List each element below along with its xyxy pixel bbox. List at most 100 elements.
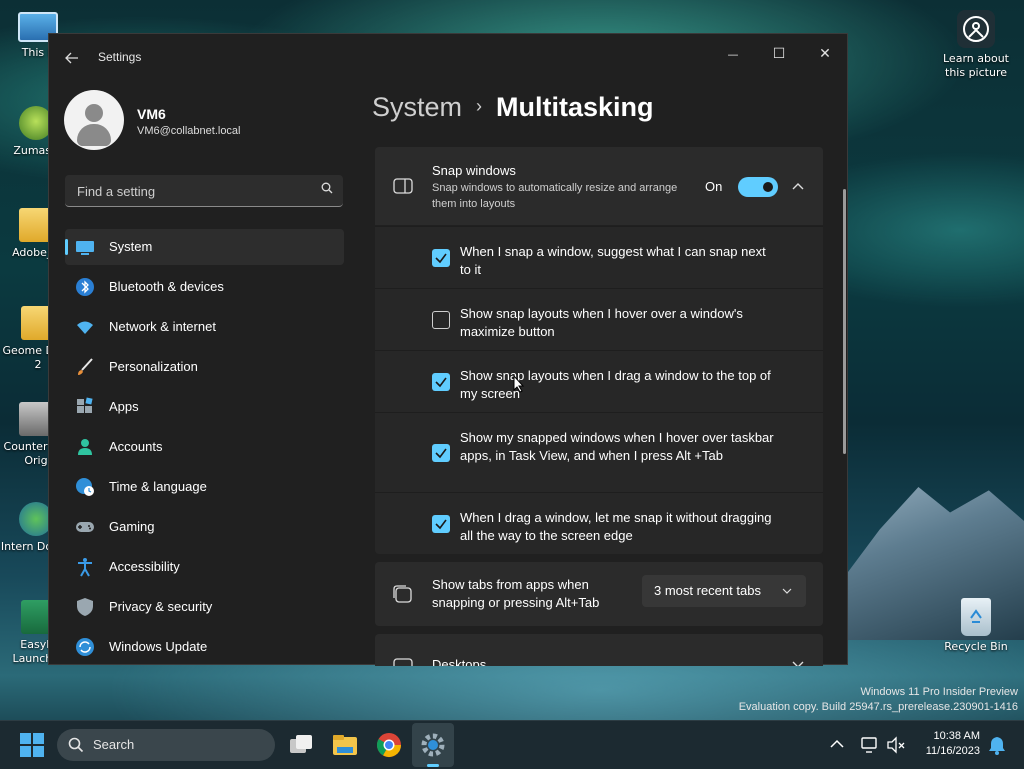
active-indicator bbox=[65, 239, 68, 255]
snap-option-text: When I drag a window, let me snap it wit… bbox=[460, 510, 772, 543]
checkbox-show-snapped[interactable] bbox=[432, 444, 450, 462]
recycle-bin-icon bbox=[961, 598, 991, 636]
gamepad-icon bbox=[76, 522, 94, 532]
snap-windows-title: Snap windows bbox=[432, 163, 516, 178]
find-setting-box[interactable] bbox=[65, 175, 343, 207]
maximize-icon: ☐ bbox=[772, 46, 786, 62]
minimize-button[interactable]: — bbox=[715, 40, 751, 68]
nav-item-label: Gaming bbox=[109, 519, 155, 534]
toggle-knob bbox=[763, 182, 773, 192]
content-pane: System › Multitasking Snap windows Snap wi… bbox=[359, 82, 849, 666]
task-view-icon[interactable] bbox=[285, 729, 317, 761]
breadcrumb: System › Multitasking bbox=[372, 92, 654, 123]
nav-item-personalization[interactable]: Personalization bbox=[65, 349, 344, 385]
page-title: Multitasking bbox=[496, 92, 654, 122]
alt-tab-tabs-title: Show tabs from apps when snapping or pre… bbox=[432, 577, 600, 610]
checkmark-icon bbox=[435, 448, 447, 459]
clock-date: 11/16/2023 bbox=[925, 745, 980, 757]
avatar[interactable] bbox=[64, 90, 124, 150]
settings-taskbar-button[interactable] bbox=[412, 723, 454, 767]
title-bar: Settings — ☐ ✕ bbox=[49, 34, 847, 82]
checkbox-suggest-snap[interactable] bbox=[432, 249, 450, 267]
checkbox-hover-maximize[interactable] bbox=[432, 311, 450, 329]
chrome-icon[interactable] bbox=[373, 729, 405, 761]
snap-windows-toggle[interactable] bbox=[738, 177, 778, 197]
back-button[interactable] bbox=[61, 48, 83, 68]
watermark-line-1: Windows 11 Pro Insider Preview bbox=[860, 686, 1018, 698]
nav-item-network[interactable]: Network & internet bbox=[65, 309, 344, 345]
close-button[interactable]: ✕ bbox=[807, 40, 843, 68]
evaluation-watermark: Windows 11 Pro Insider Preview Evaluatio… bbox=[739, 685, 1018, 715]
system-icon bbox=[76, 241, 94, 255]
snap-option-row[interactable]: When I snap a window, suggest what I can… bbox=[375, 226, 823, 288]
desktops-card[interactable]: Desktops bbox=[375, 634, 823, 666]
nav-item-label: Apps bbox=[109, 399, 139, 414]
watermark-line-2: Evaluation copy. Build 25947.rs_prerelea… bbox=[738, 701, 1018, 713]
checkmark-icon bbox=[435, 519, 447, 530]
scrollbar[interactable] bbox=[843, 189, 846, 454]
nav-item-label: Time & language bbox=[109, 479, 207, 494]
dropdown-value: 3 most recent tabs bbox=[654, 583, 761, 598]
taskbar-search-label: Search bbox=[93, 737, 135, 752]
snap-option-row[interactable]: When I drag a window, let me snap it wit… bbox=[375, 492, 823, 554]
alt-tab-tabs-dropdown[interactable]: 3 most recent tabs bbox=[642, 575, 806, 607]
volume-muted-icon[interactable] bbox=[886, 735, 906, 755]
snap-option-row[interactable]: Show snap layouts when I drag a window t… bbox=[375, 350, 823, 412]
chevron-up-icon[interactable] bbox=[830, 739, 844, 749]
nav-item-label: System bbox=[109, 239, 153, 254]
nav-item-windows-update[interactable]: Windows Update bbox=[65, 629, 344, 659]
checkmark-icon bbox=[435, 253, 447, 264]
desktop-icon-recycle-bin[interactable]: Recycle Bin bbox=[938, 598, 1014, 654]
checkbox-drag-top[interactable] bbox=[432, 373, 450, 391]
snap-option-row[interactable]: Show my snapped windows when I hover ove… bbox=[375, 412, 823, 492]
person-icon bbox=[78, 439, 92, 455]
desktops-icon bbox=[393, 658, 413, 666]
windows-start-icon[interactable] bbox=[16, 729, 48, 761]
checkmark-icon bbox=[435, 377, 447, 388]
taskbar-search[interactable]: Search bbox=[57, 729, 275, 761]
user-email: VM6@collabnet.local bbox=[137, 125, 241, 137]
avatar-head bbox=[85, 104, 103, 122]
close-icon: ✕ bbox=[819, 46, 831, 62]
breadcrumb-parent[interactable]: System bbox=[372, 92, 462, 122]
search-icon bbox=[321, 182, 333, 194]
bluetooth-icon bbox=[76, 278, 94, 296]
snap-windows-card[interactable]: Snap windows Snap windows to automatical… bbox=[375, 147, 823, 225]
snap-option-row[interactable]: Show snap layouts when I hover over a wi… bbox=[375, 288, 823, 350]
brush-icon bbox=[78, 358, 93, 375]
desktops-title: Desktops bbox=[432, 657, 487, 666]
snap-window-icon bbox=[393, 178, 413, 194]
nav-item-gaming[interactable]: Gaming bbox=[65, 509, 344, 545]
minimize-icon: — bbox=[727, 48, 739, 61]
chevron-down-icon bbox=[792, 661, 804, 666]
nav-item-accounts[interactable]: Accounts bbox=[65, 429, 344, 465]
clock-time: 10:38 AM bbox=[933, 730, 980, 742]
snap-option-text: When I snap a window, suggest what I can… bbox=[460, 244, 766, 277]
nav-item-system[interactable]: System bbox=[65, 229, 344, 265]
nav-item-accessibility[interactable]: Accessibility bbox=[65, 549, 344, 585]
search-icon bbox=[68, 737, 84, 753]
find-setting-input[interactable] bbox=[75, 181, 309, 201]
nav-item-privacy-security[interactable]: Privacy & security bbox=[65, 589, 344, 625]
alt-tab-tabs-card: Show tabs from apps when snapping or pre… bbox=[375, 562, 823, 626]
nav-item-apps[interactable]: Apps bbox=[65, 389, 344, 425]
nav-item-label: Accessibility bbox=[109, 559, 180, 574]
nav-item-bluetooth[interactable]: Bluetooth & devices bbox=[65, 269, 344, 305]
chevron-down-icon bbox=[782, 588, 792, 594]
nav-item-time-language[interactable]: Time & language bbox=[65, 469, 344, 505]
chevron-up-icon[interactable] bbox=[792, 182, 804, 190]
nav-item-label: Windows Update bbox=[109, 639, 208, 654]
checkbox-snap-without-edge[interactable] bbox=[432, 515, 450, 533]
user-name: VM6 bbox=[137, 106, 166, 122]
file-explorer-icon[interactable] bbox=[329, 729, 361, 761]
avatar-body bbox=[77, 124, 111, 146]
taskbar: Search 10:38 AM 11/16/2023 bbox=[0, 720, 1024, 769]
taskbar-clock[interactable]: 10:38 AM 11/16/2023 bbox=[926, 729, 980, 759]
notification-bell-icon[interactable] bbox=[988, 735, 1006, 755]
maximize-button[interactable]: ☐ bbox=[761, 40, 797, 68]
learn-about-picture[interactable]: Learn about this picture bbox=[938, 10, 1014, 80]
network-icon[interactable] bbox=[860, 735, 880, 755]
globe-clock-icon bbox=[76, 478, 94, 496]
settings-gear-icon bbox=[421, 733, 445, 757]
camera-icon bbox=[957, 10, 995, 48]
